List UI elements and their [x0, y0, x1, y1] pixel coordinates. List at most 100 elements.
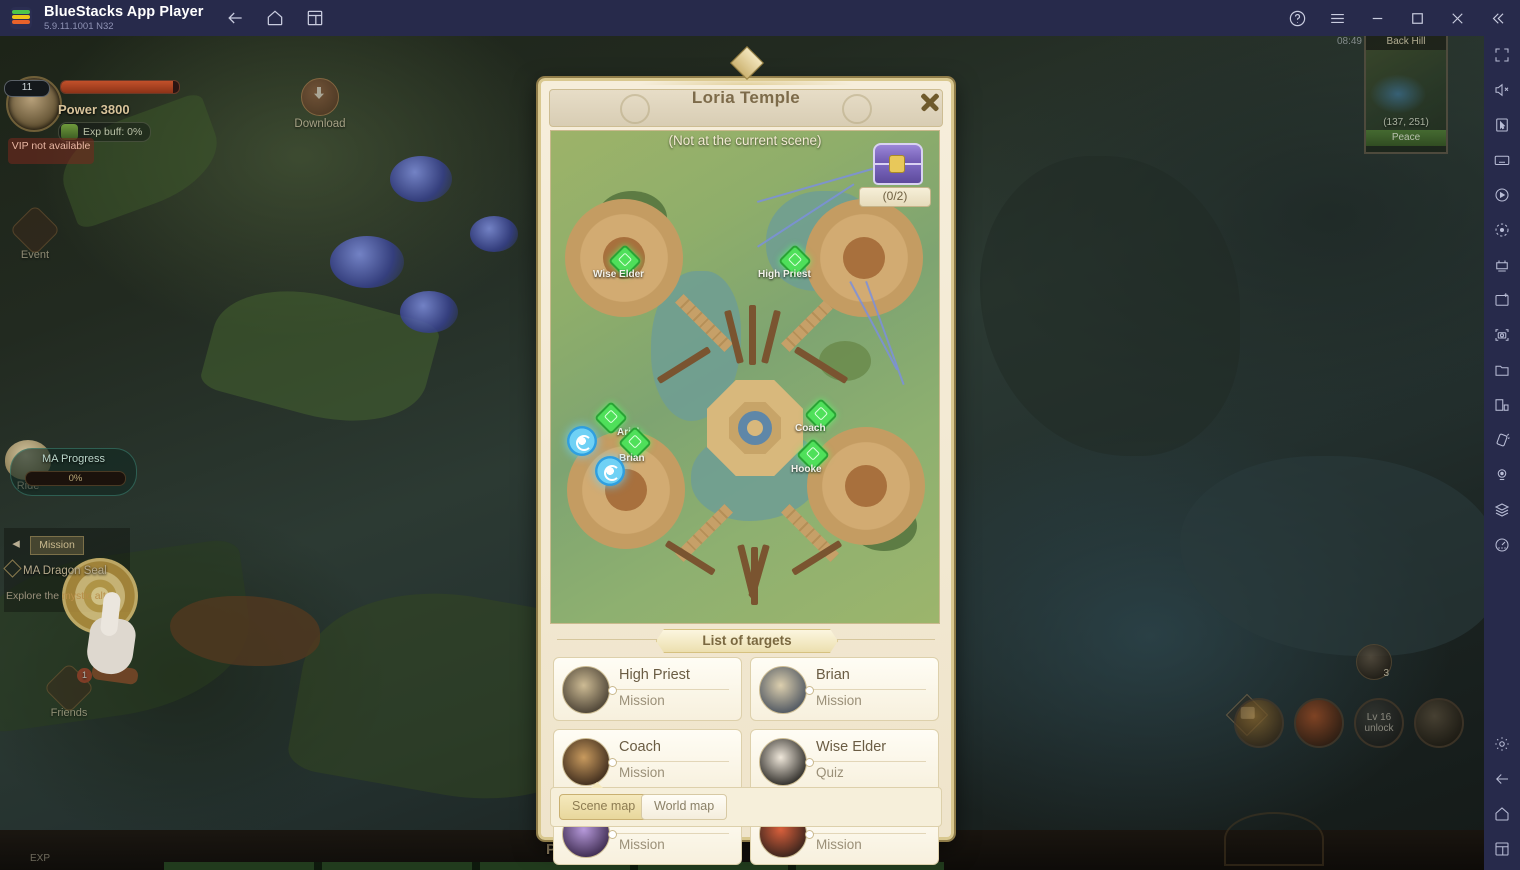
screen: 11 Power 3800 Exp buff: 0% VIP not avail…	[0, 0, 1520, 870]
skill-slot-extra[interactable]: 3	[1356, 644, 1392, 680]
shake-icon[interactable]	[1488, 427, 1516, 454]
hub-southeast	[807, 427, 925, 545]
multi-instance-manager-icon[interactable]	[1488, 252, 1516, 279]
close-icon[interactable]	[1446, 7, 1468, 29]
target-card-high-priest[interactable]: High Priest Mission	[553, 657, 742, 721]
back-icon[interactable]	[224, 7, 246, 29]
lotus-decor	[330, 236, 404, 288]
target-name: Brian	[816, 667, 850, 683]
portal-icon-2[interactable]	[595, 456, 625, 486]
minimap-state: Peace	[1366, 130, 1446, 146]
lotus-decor	[470, 216, 518, 252]
download-button[interactable]: Download	[292, 78, 348, 130]
rock-decor	[1180, 456, 1484, 656]
home-icon[interactable]	[264, 7, 286, 29]
avatar	[759, 738, 807, 786]
scene-map[interactable]: (Not at the current scene) Wise Elder Hi…	[550, 130, 940, 624]
joystick-wheel[interactable]	[1224, 812, 1324, 866]
help-icon[interactable]	[1286, 7, 1308, 29]
avatar	[562, 666, 610, 714]
skill-slot-locked[interactable]: Lv 16 unlock	[1354, 698, 1404, 748]
hub-northeast	[805, 199, 923, 317]
friends-badge: 1	[77, 668, 92, 683]
recents-icon[interactable]	[1488, 835, 1516, 862]
multi-instance-icon[interactable]	[304, 7, 326, 29]
screen-split-icon[interactable]	[1488, 392, 1516, 419]
target-type: Mission	[816, 837, 862, 852]
tab-mission[interactable]: Mission	[30, 536, 84, 555]
foliage-decor	[198, 269, 442, 443]
dialog-footer: Scene map World map	[550, 782, 942, 827]
layers-icon[interactable]	[1488, 497, 1516, 524]
exp-footer-label: EXP	[30, 853, 51, 864]
minimize-icon[interactable]	[1366, 7, 1388, 29]
sidebar-item-friends[interactable]: 1 Friends	[42, 662, 96, 719]
performance-icon[interactable]	[1488, 532, 1516, 559]
tab-world-map[interactable]: World map	[641, 794, 728, 820]
target-name: Coach	[619, 739, 661, 755]
target-card-wise-elder[interactable]: Wise Elder Quiz	[750, 729, 939, 793]
section-title: List of targets	[656, 629, 838, 653]
titlebar: BlueStacks App Player 5.9.11.1001 N32	[0, 0, 1520, 36]
home-icon[interactable]	[1488, 800, 1516, 827]
map-label-high-priest: High Priest	[758, 269, 811, 280]
event-icon	[9, 204, 61, 256]
fullscreen-icon[interactable]	[1488, 42, 1516, 69]
bluestacks-logo-icon	[10, 7, 32, 29]
collapse-sidebar-icon[interactable]	[1486, 7, 1508, 29]
screenshot-icon[interactable]	[1488, 322, 1516, 349]
mission-title-text: MA Dragon Seal	[23, 565, 107, 577]
mission-diamond-icon	[3, 559, 22, 578]
back-icon[interactable]	[1488, 765, 1516, 792]
bluestacks-sidebar	[1484, 36, 1520, 870]
settings-gear-icon[interactable]	[1488, 730, 1516, 757]
download-icon	[301, 78, 339, 116]
portal-icon-1[interactable]	[567, 426, 597, 456]
hp-bar	[60, 80, 180, 94]
scene-notice: (Not at the current scene)	[668, 133, 822, 148]
target-card-coach[interactable]: Coach Mission	[553, 729, 742, 793]
tutorial-hand-icon	[84, 591, 139, 686]
titlebar-controls	[1286, 0, 1514, 36]
vip-status[interactable]: VIP not available	[8, 138, 94, 164]
skill-slot-attack[interactable]	[1414, 698, 1464, 748]
game-clock: 08:49	[1336, 36, 1362, 47]
keyboard-icon[interactable]	[1488, 147, 1516, 174]
ma-progress-label: MA Progress	[42, 453, 105, 465]
rock-decor	[980, 156, 1240, 456]
map-label-hooke: Hooke	[791, 464, 822, 475]
close-icon[interactable]	[915, 87, 945, 117]
target-type: Mission	[619, 837, 665, 852]
ma-progress-value: 0%	[68, 473, 83, 484]
ma-progress-bar: 0%	[25, 471, 126, 486]
target-type: Mission	[619, 693, 665, 708]
tab-scene-map[interactable]: Scene map	[559, 794, 649, 820]
titlebar-nav	[224, 7, 326, 29]
cursor-icon[interactable]	[1488, 112, 1516, 139]
minimap-coords: (137, 251)	[1383, 117, 1429, 128]
target-card-brian[interactable]: Brian Mission	[750, 657, 939, 721]
lotus-decor	[390, 156, 452, 202]
target-type: Mission	[619, 765, 665, 780]
minimap-title: Back Hill	[1366, 36, 1446, 50]
ma-progress-widget[interactable]: MA Progress 0%	[10, 448, 137, 496]
collapse-mission-icon[interactable]: ◂	[6, 534, 26, 554]
skill-slot-2[interactable]	[1294, 698, 1344, 748]
target-type: Mission	[816, 693, 862, 708]
maximize-icon[interactable]	[1406, 7, 1428, 29]
rotate-icon[interactable]	[1488, 217, 1516, 244]
menu-icon[interactable]	[1326, 7, 1348, 29]
exp-buff-label: Exp buff: 0%	[83, 126, 143, 138]
location-icon[interactable]	[1488, 462, 1516, 489]
sidebar-item-event[interactable]: Event	[8, 204, 62, 261]
macro-record-icon[interactable]	[1488, 182, 1516, 209]
install-apk-icon[interactable]	[1488, 287, 1516, 314]
minimap-body: (137, 251)	[1366, 50, 1446, 130]
app-version: 5.9.11.1001 N32	[44, 21, 114, 32]
minimap[interactable]: Back Hill (137, 251) Peace	[1364, 36, 1448, 154]
skill-slot-1[interactable]	[1234, 698, 1284, 748]
mute-icon[interactable]	[1488, 77, 1516, 104]
avatar	[759, 666, 807, 714]
media-folder-icon[interactable]	[1488, 357, 1516, 384]
